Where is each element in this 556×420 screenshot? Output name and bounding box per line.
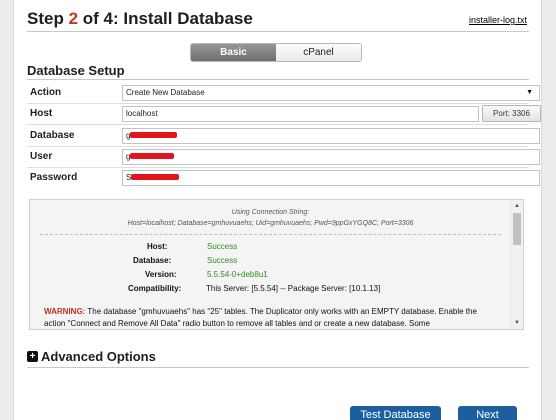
- user-label: User: [30, 151, 53, 162]
- using-connection-label: Using Connection String:: [231, 209, 310, 216]
- step-header: Step 2 of 4: Install Database installer-…: [27, 9, 529, 32]
- password-row: Password S: [27, 168, 540, 189]
- scroll-up-icon[interactable]: ▲: [511, 200, 523, 212]
- user-row: User g: [27, 147, 540, 168]
- user-input[interactable]: g: [122, 149, 540, 165]
- database-label: Database: [30, 130, 75, 141]
- page-title: Step 2 of 4: Install Database: [27, 9, 253, 28]
- action-row: Action Create New Database ▼: [27, 83, 540, 104]
- advanced-options-toggle[interactable]: + Advanced Options: [27, 349, 529, 368]
- installer-log-link[interactable]: installer-log.txt: [469, 15, 527, 25]
- results-content: Using Connection String: Host=localhost;…: [30, 200, 511, 329]
- scroll-down-icon[interactable]: ▼: [511, 317, 523, 329]
- database-setup-title: Database Setup: [27, 63, 125, 78]
- database-input[interactable]: g: [122, 128, 540, 144]
- password-input[interactable]: S: [122, 170, 540, 186]
- test-results-box: Using Connection String: Host=localhost;…: [29, 199, 524, 330]
- connection-string: Host=localhost; Database=gmhuvuaehs; Uid…: [127, 220, 414, 227]
- mode-toggle: Basic cPanel: [190, 43, 362, 62]
- host-row: Host localhost Port: 3306: [27, 104, 541, 125]
- mode-cpanel-button[interactable]: cPanel: [276, 44, 361, 61]
- results-scrollbar[interactable]: ▲ ▼: [510, 200, 523, 329]
- password-label: Password: [30, 172, 78, 183]
- host-input[interactable]: localhost: [122, 106, 479, 122]
- plus-icon: +: [27, 351, 38, 362]
- test-database-button[interactable]: Test Database: [350, 406, 441, 420]
- database-row: Database g: [27, 126, 540, 147]
- scroll-thumb[interactable]: [513, 213, 521, 245]
- action-label: Action: [30, 87, 62, 98]
- step-number: 2: [68, 9, 79, 28]
- action-select[interactable]: Create New Database ▼: [122, 85, 540, 101]
- chevron-down-icon: ▼: [526, 89, 533, 96]
- warning-message: WARNING: The database "gmhuvuaehs" has "…: [44, 307, 477, 328]
- advanced-options-label: Advanced Options: [41, 349, 156, 364]
- host-label: Host: [30, 108, 53, 119]
- redaction-mark: [130, 153, 174, 159]
- redaction-mark: [131, 174, 179, 180]
- warning-label: WARNING:: [44, 307, 86, 316]
- redaction-mark: [130, 132, 177, 138]
- dashed-divider: [40, 234, 501, 235]
- next-button[interactable]: Next: [458, 406, 517, 420]
- section-divider: [27, 79, 529, 80]
- mode-basic-button[interactable]: Basic: [191, 44, 276, 61]
- port-button[interactable]: Port: 3306: [482, 105, 541, 122]
